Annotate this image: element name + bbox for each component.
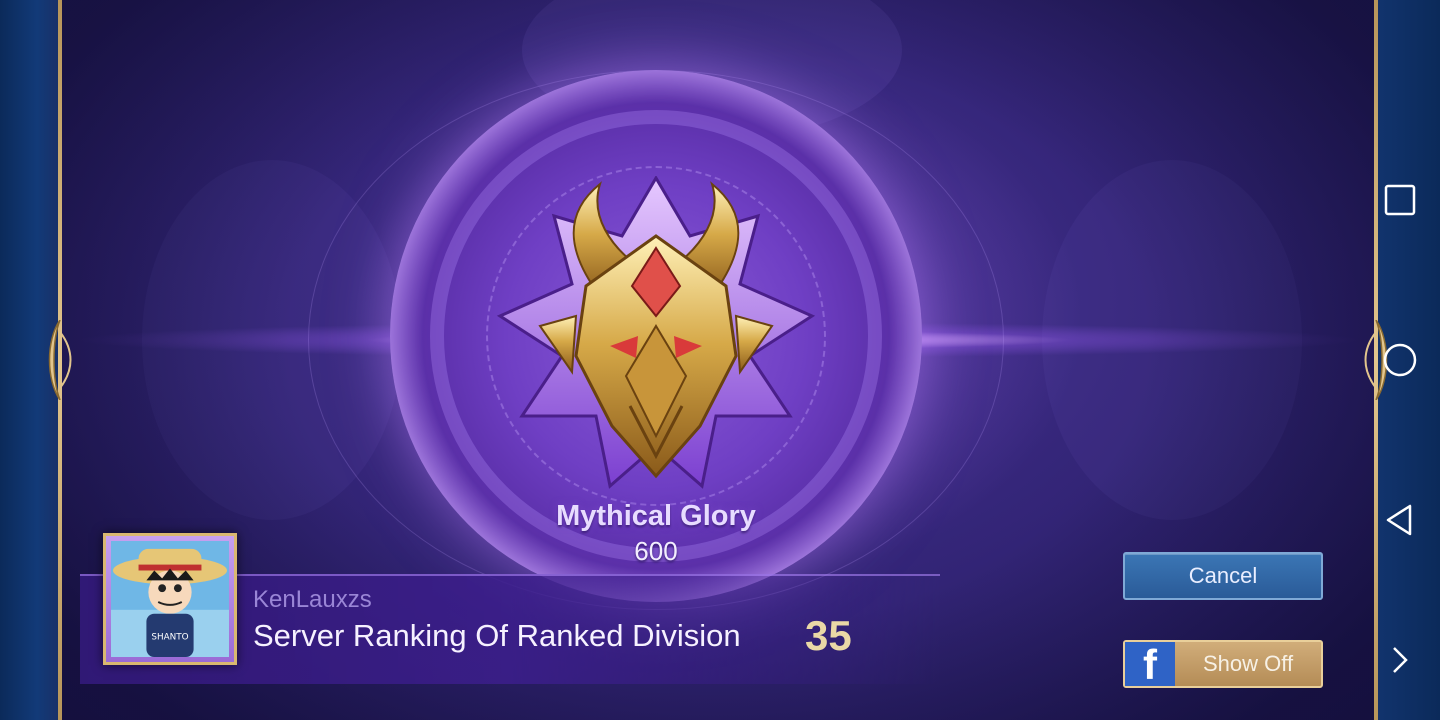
left-frame-ornament-icon <box>48 320 72 400</box>
player-username: KenLauxzs <box>253 586 372 613</box>
rank-points: 600 <box>634 536 678 566</box>
chevron-right-icon[interactable] <box>1382 642 1418 678</box>
facebook-icon: f <box>1125 642 1175 686</box>
show-off-button[interactable]: f Show Off <box>1123 640 1323 688</box>
cancel-button[interactable]: Cancel <box>1123 552 1323 600</box>
svg-text:SHANTO: SHANTO <box>151 632 188 642</box>
square-icon[interactable] <box>1382 182 1418 218</box>
server-ranking-value: 35 <box>805 612 852 659</box>
server-ranking-label: Server Ranking Of Ranked Division <box>253 618 741 653</box>
back-triangle-icon[interactable] <box>1382 502 1418 538</box>
avatar-portrait-icon: SHANTO <box>111 541 229 657</box>
cancel-button-label: Cancel <box>1188 563 1258 588</box>
show-off-button-label: Show Off <box>1203 651 1294 676</box>
circle-icon[interactable] <box>1382 342 1418 378</box>
avatar: SHANTO <box>103 533 237 665</box>
rank-title: Mythical Glory <box>556 500 756 532</box>
mythical-glory-emblem <box>490 175 822 508</box>
